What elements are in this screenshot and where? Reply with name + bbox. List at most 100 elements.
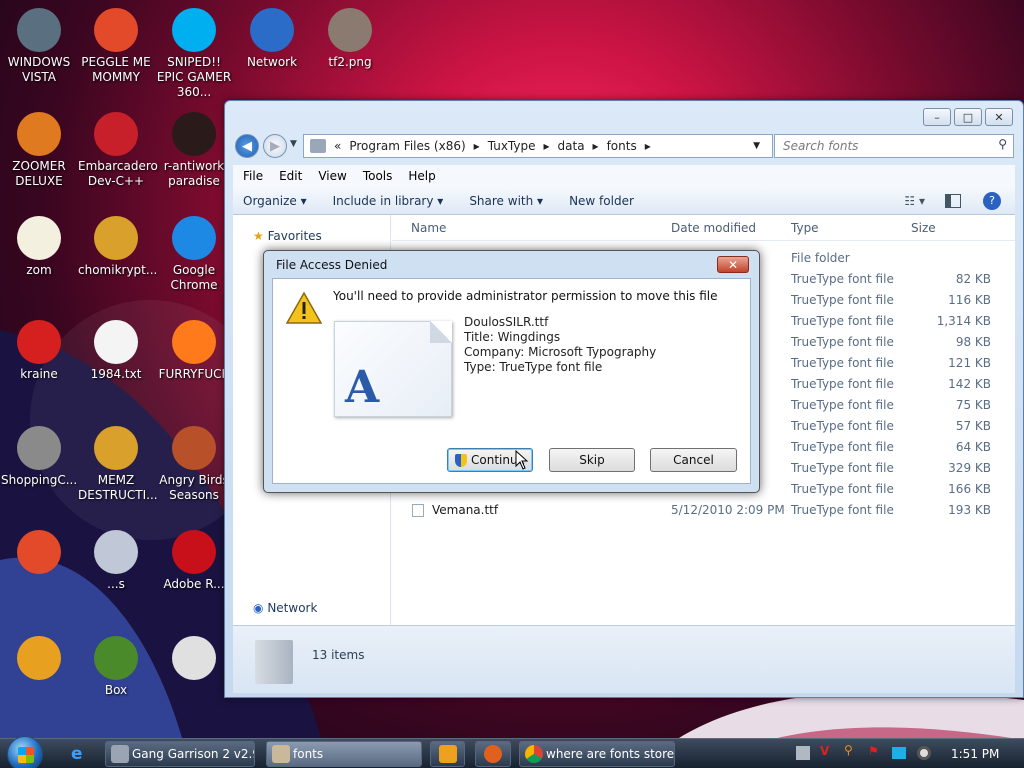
tray-v-icon[interactable]: V (820, 744, 829, 758)
file-size-cell: 1,314 KB (936, 314, 991, 328)
breadcrumb-fonts[interactable]: fonts (607, 139, 637, 153)
desktop-icon[interactable]: Network (234, 8, 310, 70)
address-bar[interactable]: « Program Files (x86) ▸ TuxType ▸ data ▸ fo… (303, 134, 794, 158)
file-type-cell: TrueType font file (791, 272, 894, 286)
share-with-button[interactable]: Share with ▾ (469, 194, 543, 208)
tray-app-icon[interactable] (796, 746, 810, 760)
desktop-icon-label: chomikrypt... (78, 263, 158, 277)
taskbar-media[interactable] (430, 741, 465, 767)
nav-favorites[interactable]: ★ Favorites (253, 229, 322, 243)
desktop-icon-label: 1984.txt (90, 367, 142, 381)
tray-search-icon[interactable]: ⚲ (844, 743, 853, 757)
desktop-icon[interactable] (156, 636, 232, 683)
menu-view[interactable]: View (318, 169, 346, 183)
network-icon: ◉ (253, 601, 264, 615)
desktop-icon[interactable]: Angry Birds Seasons (156, 426, 232, 503)
help-icon[interactable]: ? (983, 191, 1001, 210)
nav-network[interactable]: ◉ Network (253, 601, 317, 615)
taskbar-paint[interactable] (475, 741, 511, 767)
menu-help[interactable]: Help (408, 169, 435, 183)
desktop-icon[interactable] (1, 530, 77, 577)
menu-edit[interactable]: Edit (279, 169, 302, 183)
file-name-cell: Vemana.ttf (432, 503, 499, 517)
taskbar-fonts[interactable]: fonts (266, 741, 422, 767)
maximize-button[interactable]: □ (954, 108, 982, 126)
desktop-icon[interactable]: kraine (1, 320, 77, 382)
item-count: 13 items (312, 648, 365, 662)
flower-icon (17, 216, 61, 260)
desktop-icon[interactable]: chomikrypt... (78, 216, 158, 278)
desktop-icon[interactable] (1, 636, 77, 683)
column-size[interactable]: Size (911, 221, 936, 235)
cancel-button[interactable]: Cancel (650, 448, 737, 472)
memz-icon (94, 426, 138, 470)
folder-window-icon (272, 745, 290, 763)
organize-button[interactable]: Organize ▾ (243, 194, 307, 208)
desktop-icon[interactable]: Embarcadero Dev-C++ (78, 112, 158, 189)
file-size-cell: 142 KB (948, 377, 991, 391)
file-size-cell: 193 KB (948, 503, 991, 517)
column-type[interactable]: Type (791, 221, 819, 235)
search-icon[interactable]: ⚲ (998, 137, 1007, 151)
ie-quicklaunch-icon[interactable]: e (71, 744, 83, 764)
close-window-button[interactable]: ✕ (985, 108, 1013, 126)
desktop-icon[interactable]: PEGGLE ME MOMMY (78, 8, 154, 85)
new-folder-button[interactable]: New folder (569, 194, 634, 208)
desktop-icon[interactable]: zom (1, 216, 77, 278)
desktop-icon[interactable]: ...s (78, 530, 154, 592)
minimize-button[interactable]: – (923, 108, 951, 126)
breadcrumb-tuxtype[interactable]: TuxType (488, 139, 536, 153)
desktop-icon[interactable]: ShoppingC... (1, 426, 77, 488)
desktop-icon[interactable]: 1984.txt (78, 320, 154, 382)
font-file-icon (412, 504, 424, 517)
tray-volume-icon[interactable] (917, 746, 931, 760)
desktop-icon[interactable]: MEMZ DESTRUCTI... (78, 426, 158, 503)
font-file-preview: A (334, 321, 452, 417)
taskbar-gang-garrison[interactable]: Gang Garrison 2 v2.9.2 (105, 741, 255, 767)
desktop-icon[interactable]: r-antiwork paradise (156, 112, 232, 189)
menu-tools[interactable]: Tools (363, 169, 393, 183)
start-button[interactable] (7, 736, 43, 768)
star-icon: ★ (253, 229, 264, 243)
view-options-icon[interactable]: ☷ ▾ (904, 194, 925, 208)
desktop-icon-label: tf2.png (328, 55, 372, 69)
clock[interactable]: 1:51 PM (951, 747, 999, 761)
desktop-icon[interactable]: FURRYFUCK (156, 320, 232, 382)
dialog-close-button[interactable]: ✕ (717, 256, 749, 273)
desktop-icon[interactable]: Box (78, 636, 154, 698)
tray-flag-icon[interactable]: ⚑ (868, 744, 879, 758)
desktop-icon[interactable]: Google Chrome (156, 216, 232, 293)
tray-display-icon[interactable] (892, 747, 906, 759)
breadcrumb-overflow[interactable]: « (334, 139, 341, 153)
breadcrumb-data[interactable]: data (558, 139, 585, 153)
zoomer-icon (17, 112, 61, 156)
desktop-icon[interactable]: Adobe R... (156, 530, 232, 592)
menu-file[interactable]: File (243, 169, 263, 183)
desktop-icon[interactable]: WINDOWS VISTA (1, 8, 77, 85)
forward-button[interactable]: ▶ (263, 134, 287, 158)
taskbar-chrome-label: where are fonts store... (546, 747, 675, 761)
include-in-library-button[interactable]: Include in library ▾ (333, 194, 444, 208)
column-date-modified[interactable]: Date modified (671, 221, 756, 235)
taskbar-chrome[interactable]: where are fonts store... (519, 741, 675, 767)
desktop-icon[interactable]: ZOOMER DELUXE (1, 112, 77, 189)
recent-pages-dropdown-icon[interactable]: ▼ (290, 139, 297, 149)
search-input[interactable]: Search fonts ⚲ (774, 134, 1014, 158)
game-window-icon (111, 745, 129, 763)
desktop-icon[interactable]: SNIPED!! EPIC GAMER 360... (156, 8, 232, 100)
file-size-cell: 57 KB (955, 419, 991, 433)
desktop-icon[interactable]: tf2.png (312, 8, 388, 70)
file-access-denied-dialog[interactable]: File Access Denied ✕ You'll need to prov… (263, 250, 760, 493)
file-size-cell: 82 KB (955, 272, 991, 286)
column-name[interactable]: Name (411, 221, 446, 235)
skip-button[interactable]: Skip (549, 448, 635, 472)
address-dropdown-icon[interactable]: ▼ (753, 141, 760, 151)
desktop-icon-label: Network (246, 55, 298, 69)
breadcrumb-program-files[interactable]: Program Files (x86) (349, 139, 465, 153)
file-row[interactable]: Vemana.ttf 5/12/2010 2:09 PM TrueType font… (392, 500, 1015, 521)
angry-birds-icon (172, 426, 216, 470)
file-size-cell: 75 KB (955, 398, 991, 412)
preview-pane-icon[interactable] (945, 193, 961, 208)
back-button[interactable]: ◀ (235, 134, 259, 158)
network-icon (250, 8, 294, 52)
